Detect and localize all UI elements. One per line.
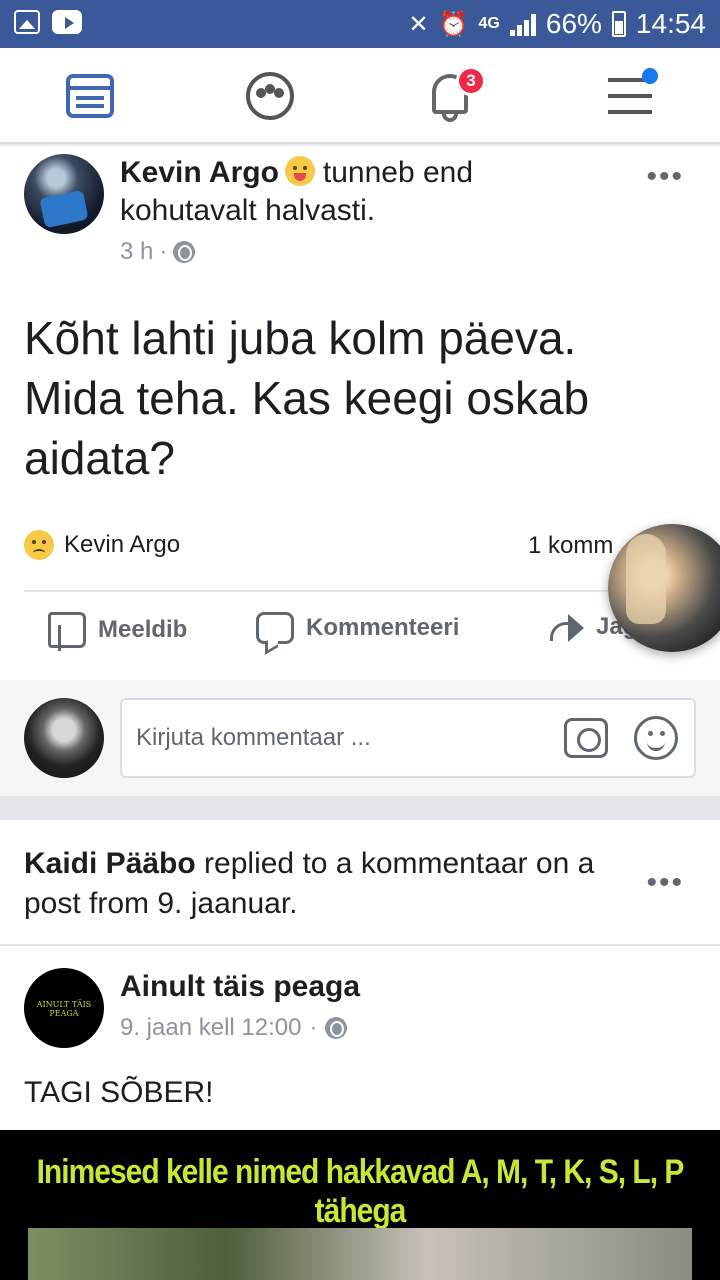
gallery-icon <box>14 10 40 34</box>
divider <box>0 944 720 946</box>
mute-icon: ✕ <box>408 10 429 38</box>
youtube-icon <box>52 10 82 34</box>
activity-story[interactable]: Kaidi Pääbo replied to a kommentaar on a… <box>24 844 644 924</box>
menu-notification-dot <box>642 68 658 84</box>
speech-bubble-icon <box>256 612 294 644</box>
like-button[interactable]: Meeldib <box>48 612 188 651</box>
comment-input[interactable] <box>136 718 536 758</box>
post-body: TAGI SÕBER! <box>24 1076 214 1109</box>
network-type: 4G <box>478 15 500 32</box>
story-options-icon[interactable]: ••• <box>646 866 684 900</box>
public-globe-icon <box>173 241 196 263</box>
alarm-icon: ⏰ <box>438 10 469 38</box>
feeling-emoji-icon <box>284 156 315 186</box>
post-time[interactable]: 3 h <box>120 238 153 266</box>
signal-icon <box>509 12 536 36</box>
author-name[interactable]: Kevin Argo <box>120 156 279 189</box>
groups-icon[interactable] <box>242 68 298 124</box>
image-photo <box>28 1228 692 1280</box>
camera-icon[interactable] <box>564 718 608 758</box>
post-actions: Meeldib Kommenteeri Jag <box>0 612 720 660</box>
page-avatar-logo: AINULT TÄIS PEAGA <box>36 1000 92 1018</box>
page-name[interactable]: Ainult täis peaga <box>120 970 360 1004</box>
reaction-user: Kevin Argo <box>64 531 181 558</box>
comment-field-container[interactable] <box>120 698 696 778</box>
thumbs-up-icon <box>48 612 86 651</box>
page-avatar[interactable]: AINULT TÄIS PEAGA <box>24 968 104 1048</box>
post-options-icon[interactable]: ••• <box>646 160 684 194</box>
post-meta: 3 h · <box>120 238 196 266</box>
feed-separator <box>0 796 720 820</box>
post-header: Kevin Argo tunneb end kohutavalt halvasti… <box>120 154 540 230</box>
emoji-icon[interactable] <box>634 716 678 760</box>
battery-percent: 66% <box>545 8 602 39</box>
comment-count[interactable]: 1 komm <box>528 532 613 560</box>
post-time[interactable]: 9. jaan kell 12:00 <box>120 1014 301 1042</box>
divider <box>24 590 696 592</box>
reactions-summary[interactable]: Kevin Argo <box>24 530 180 560</box>
status-bar: ✕ ⏰ 4G 66% 14:54 <box>0 0 720 48</box>
activity-user[interactable]: Kaidi Pääbo <box>24 847 196 880</box>
current-user-avatar <box>24 698 104 778</box>
public-globe-icon <box>325 1017 348 1039</box>
sad-reaction-icon <box>24 530 54 560</box>
menu-icon[interactable] <box>604 68 660 124</box>
battery-icon <box>611 11 626 37</box>
notification-badge: 3 <box>456 66 486 96</box>
post-body: Kõht lahti juba kolm päeva. Mida teha. K… <box>24 312 590 484</box>
share-arrow-icon <box>546 612 584 642</box>
post-image[interactable]: Inimesed kelle nimed hakkavad A, M, T, K… <box>0 1130 720 1280</box>
notifications-icon[interactable]: 3 <box>424 66 486 124</box>
post-meta: 9. jaan kell 12:00 · <box>120 1014 348 1042</box>
author-avatar[interactable] <box>24 154 104 234</box>
feed-post-shared: Kaidi Pääbo replied to a kommentaar on a… <box>0 820 720 1280</box>
image-caption: Inimesed kelle nimed hakkavad A, M, T, K… <box>36 1152 685 1230</box>
news-feed-icon[interactable] <box>62 68 118 124</box>
like-label: Meeldib <box>98 616 188 643</box>
top-navigation: 3 <box>0 48 720 144</box>
clock: 14:54 <box>635 8 706 39</box>
comment-composer <box>0 680 720 796</box>
comment-button[interactable]: Kommenteeri <box>256 612 459 644</box>
comment-label: Kommenteeri <box>306 614 460 641</box>
